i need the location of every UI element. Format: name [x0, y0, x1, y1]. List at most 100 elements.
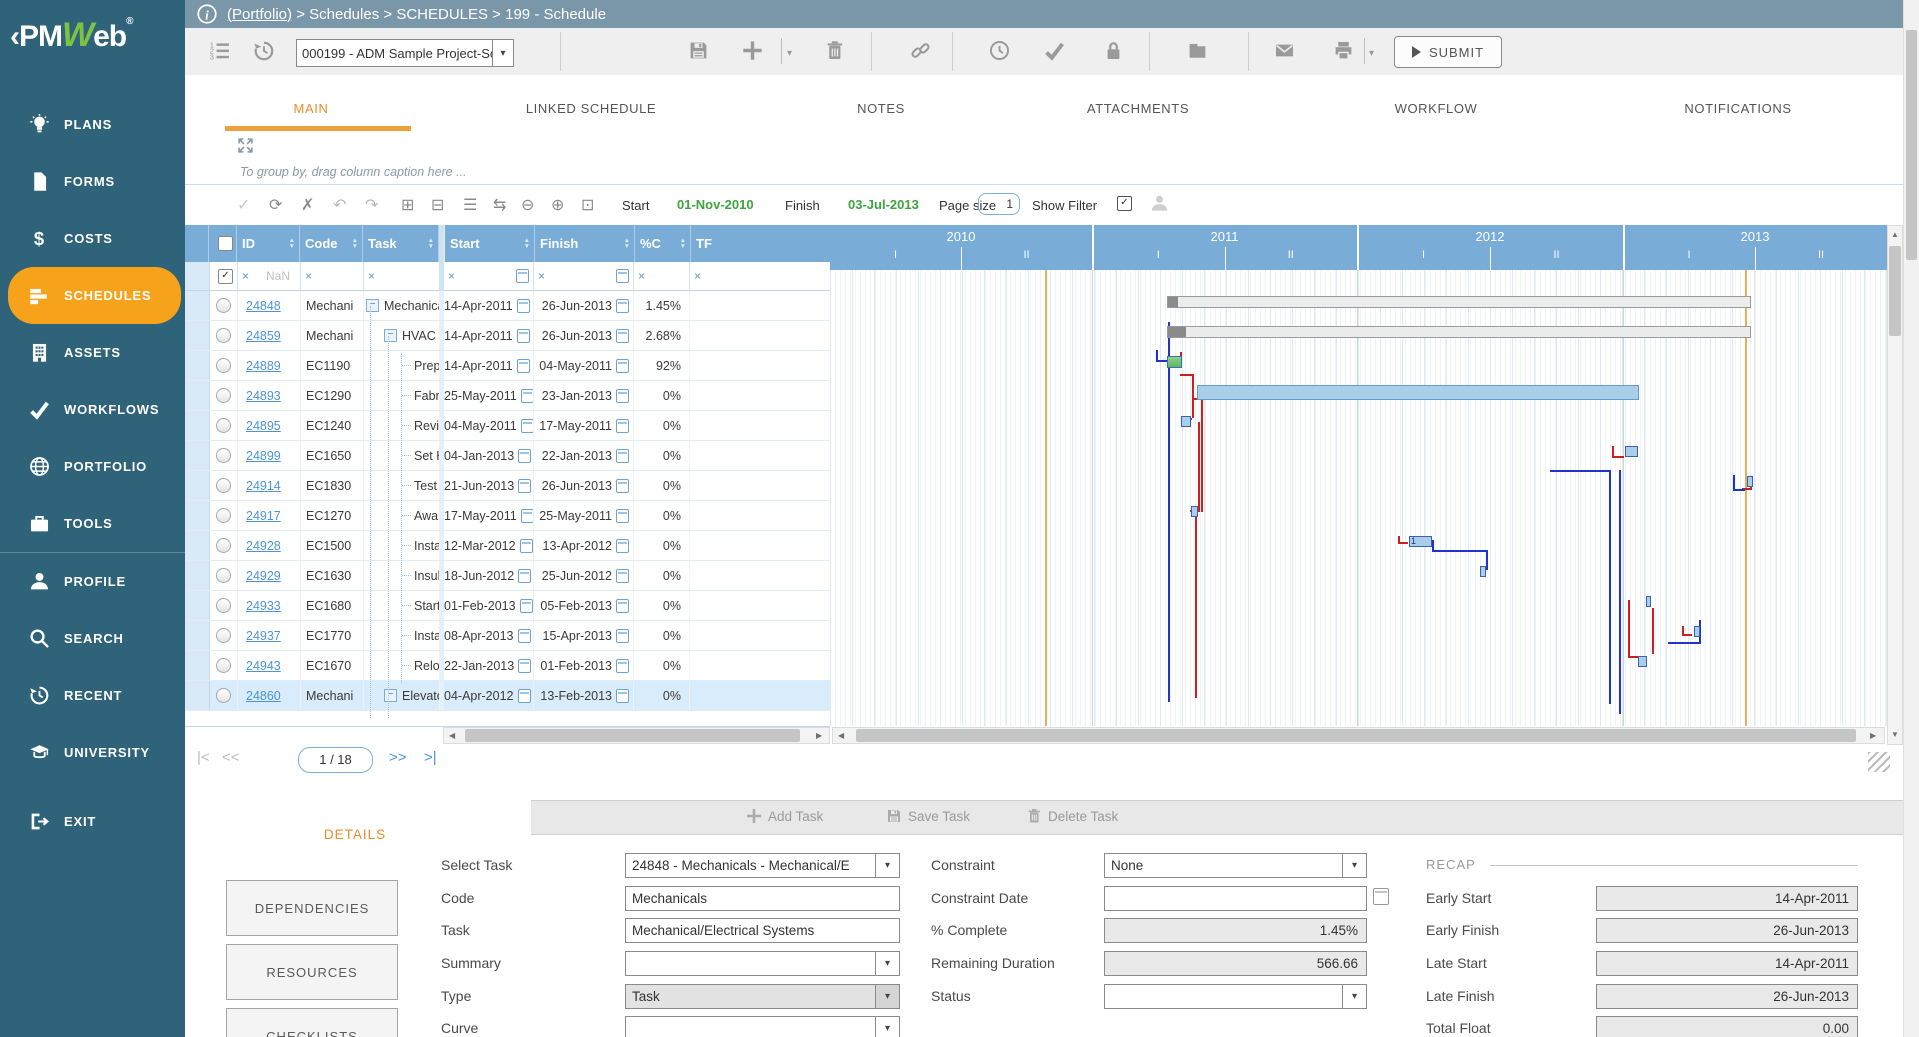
- chevron-down-icon[interactable]: ▾: [1342, 985, 1366, 1008]
- task-id-link[interactable]: 24917: [246, 509, 281, 523]
- task-id-link[interactable]: 24937: [246, 629, 281, 643]
- toolbar-history-button[interactable]: [253, 40, 275, 67]
- gantt-bar-row6[interactable]: [1625, 446, 1638, 457]
- calendar-icon[interactable]: [616, 299, 629, 313]
- sidebar-item-search[interactable]: SEARCH: [0, 610, 185, 667]
- gantt-bar-row5[interactable]: [1181, 416, 1191, 427]
- details-tab-dependencies[interactable]: DEPENDENCIES: [226, 880, 398, 936]
- calendar-icon[interactable]: [616, 359, 629, 373]
- row-select[interactable]: [210, 441, 238, 470]
- table-row-24860[interactable]: 24860Mechani−Elevato04-Apr-201213-Feb-20…: [185, 681, 830, 711]
- left-code-field[interactable]: Mechanicals: [625, 886, 900, 911]
- grid-toolbar-undo-button[interactable]: ↶: [333, 195, 346, 215]
- table-hscroll-thumb[interactable]: [465, 729, 800, 742]
- calendar-icon[interactable]: [516, 269, 529, 283]
- row-radio[interactable]: [216, 508, 231, 523]
- sidebar-item-profile[interactable]: PROFILE: [0, 553, 185, 610]
- gantt-bar-row13[interactable]: [1638, 656, 1647, 667]
- sidebar-item-portfolio[interactable]: PORTFOLIO: [0, 438, 185, 495]
- chevron-down-icon[interactable]: ▾: [492, 40, 513, 66]
- table-row-24937[interactable]: 24937EC1770Instal08-Apr-201315-Apr-20130…: [185, 621, 830, 651]
- gantt-vscroll-thumb[interactable]: [1889, 246, 1901, 336]
- table-row-24889[interactable]: 24889EC1190Prepa14-Apr-201104-May-201192…: [185, 351, 830, 381]
- table-row-24933[interactable]: 24933EC1680Startu01-Feb-201305-Feb-20130…: [185, 591, 830, 621]
- calendar-icon[interactable]: [616, 659, 629, 673]
- sidebar-item-workflows[interactable]: WORKFLOWS: [0, 381, 185, 438]
- pagination-next[interactable]: >>: [389, 749, 407, 766]
- chevron-down-icon[interactable]: ▾: [875, 854, 899, 877]
- filter-id[interactable]: ×NaN: [238, 262, 301, 291]
- table-row-24899[interactable]: 24899EC1650Set H04-Jan-201322-Jan-20130%: [185, 441, 830, 471]
- task-id-link[interactable]: 24899: [246, 449, 281, 463]
- calendar-icon[interactable]: [517, 299, 530, 313]
- toolbar-folder-button[interactable]: [1187, 40, 1208, 66]
- grid-toolbar-zoom-out-button[interactable]: ⊖: [521, 195, 534, 215]
- tab-main[interactable]: MAIN: [294, 101, 329, 116]
- pagination-last[interactable]: >|: [424, 749, 437, 766]
- gantt-bar-row8[interactable]: [1191, 506, 1198, 517]
- gantt-bar-row1[interactable]: [1167, 296, 1751, 308]
- gantt-vscroll-down[interactable]: ▼: [1891, 730, 1899, 739]
- row-radio[interactable]: [216, 358, 231, 373]
- task-id-link[interactable]: 24860: [246, 689, 281, 703]
- gantt-hscroll-right[interactable]: ▶: [1870, 731, 1876, 740]
- row-select[interactable]: [210, 291, 238, 320]
- sidebar-item-tools[interactable]: TOOLS: [0, 495, 185, 552]
- toolbar-lock-button[interactable]: [1103, 40, 1124, 66]
- gantt-bar-row9[interactable]: 1: [1409, 536, 1432, 547]
- column-header-pctc[interactable]: %C▲▼: [635, 225, 691, 262]
- row-select[interactable]: [210, 381, 238, 410]
- toolbar-print-button[interactable]: [1333, 40, 1354, 66]
- left-select-task-field[interactable]: 24848 - Mechanicals - Mechanical/E▾: [625, 853, 900, 878]
- calendar-icon[interactable]: [616, 419, 629, 433]
- tab-linked-schedule[interactable]: LINKED SCHEDULE: [526, 101, 656, 116]
- filter-start[interactable]: ×: [444, 262, 534, 291]
- header-select-all[interactable]: [209, 225, 237, 262]
- chevron-down-icon[interactable]: ▾: [875, 985, 899, 1008]
- task-id-link[interactable]: 24928: [246, 539, 281, 553]
- row-select[interactable]: [210, 591, 238, 620]
- row-radio[interactable]: [216, 538, 231, 553]
- grid-toolbar-zoom-in-button[interactable]: ⊕: [551, 195, 564, 215]
- table-row-24917[interactable]: 24917EC1270Awar17-May-201125-May-20110%: [185, 501, 830, 531]
- details-tab-active[interactable]: DETAILS: [270, 827, 440, 842]
- filter-finish[interactable]: ×: [534, 262, 634, 291]
- grid-toolbar-columns-button[interactable]: ⇆: [493, 195, 506, 215]
- calendar-icon[interactable]: [518, 629, 531, 643]
- filter-task[interactable]: ×: [364, 262, 440, 291]
- column-header-tf[interactable]: TF: [691, 225, 832, 262]
- table-row-24848[interactable]: 24848Mechani−Mechanical/E14-Apr-201126-J…: [185, 291, 830, 321]
- row-radio[interactable]: [216, 598, 231, 613]
- calendar-icon[interactable]: [616, 509, 629, 523]
- calendar-icon[interactable]: [616, 449, 629, 463]
- gantt-hscroll-thumb[interactable]: [856, 729, 1856, 742]
- row-select[interactable]: [210, 561, 238, 590]
- task-id-link[interactable]: 24914: [246, 479, 281, 493]
- filter-select-checkbox[interactable]: ✓: [218, 269, 233, 284]
- row-radio[interactable]: [216, 658, 231, 673]
- clear-filter-icon[interactable]: ×: [305, 269, 312, 283]
- filter-pct[interactable]: ×: [634, 262, 690, 291]
- calendar-icon[interactable]: [616, 479, 629, 493]
- gantt-bar-row3[interactable]: [1167, 356, 1182, 368]
- gantt-bar-row11[interactable]: [1646, 596, 1651, 607]
- calendar-icon[interactable]: [518, 659, 531, 673]
- sidebar-item-forms[interactable]: FORMS: [0, 153, 185, 210]
- constraint-date-picker[interactable]: [1373, 888, 1389, 910]
- row-select[interactable]: [210, 501, 238, 530]
- clear-filter-icon[interactable]: ×: [368, 269, 375, 283]
- breadcrumb-portfolio-link[interactable]: (Portfolio): [227, 6, 292, 23]
- toolbar-save-button[interactable]: [688, 40, 709, 66]
- details-tab-checklists[interactable]: CHECKLISTS: [226, 1008, 398, 1037]
- calendar-icon[interactable]: [1373, 888, 1389, 905]
- sidebar-item-costs[interactable]: $COSTS: [0, 210, 185, 267]
- collapse-icon[interactable]: −: [384, 689, 397, 702]
- action-delete-task[interactable]: Delete Task: [1026, 808, 1118, 824]
- calendar-icon[interactable]: [518, 449, 531, 463]
- clear-filter-icon[interactable]: ×: [638, 269, 645, 283]
- calendar-icon[interactable]: [520, 599, 533, 613]
- calendar-icon[interactable]: [616, 629, 629, 643]
- calendar-icon[interactable]: [518, 479, 531, 493]
- sidebar-item-plans[interactable]: PLANS: [0, 96, 185, 153]
- chevron-down-icon[interactable]: ▾: [1342, 854, 1366, 877]
